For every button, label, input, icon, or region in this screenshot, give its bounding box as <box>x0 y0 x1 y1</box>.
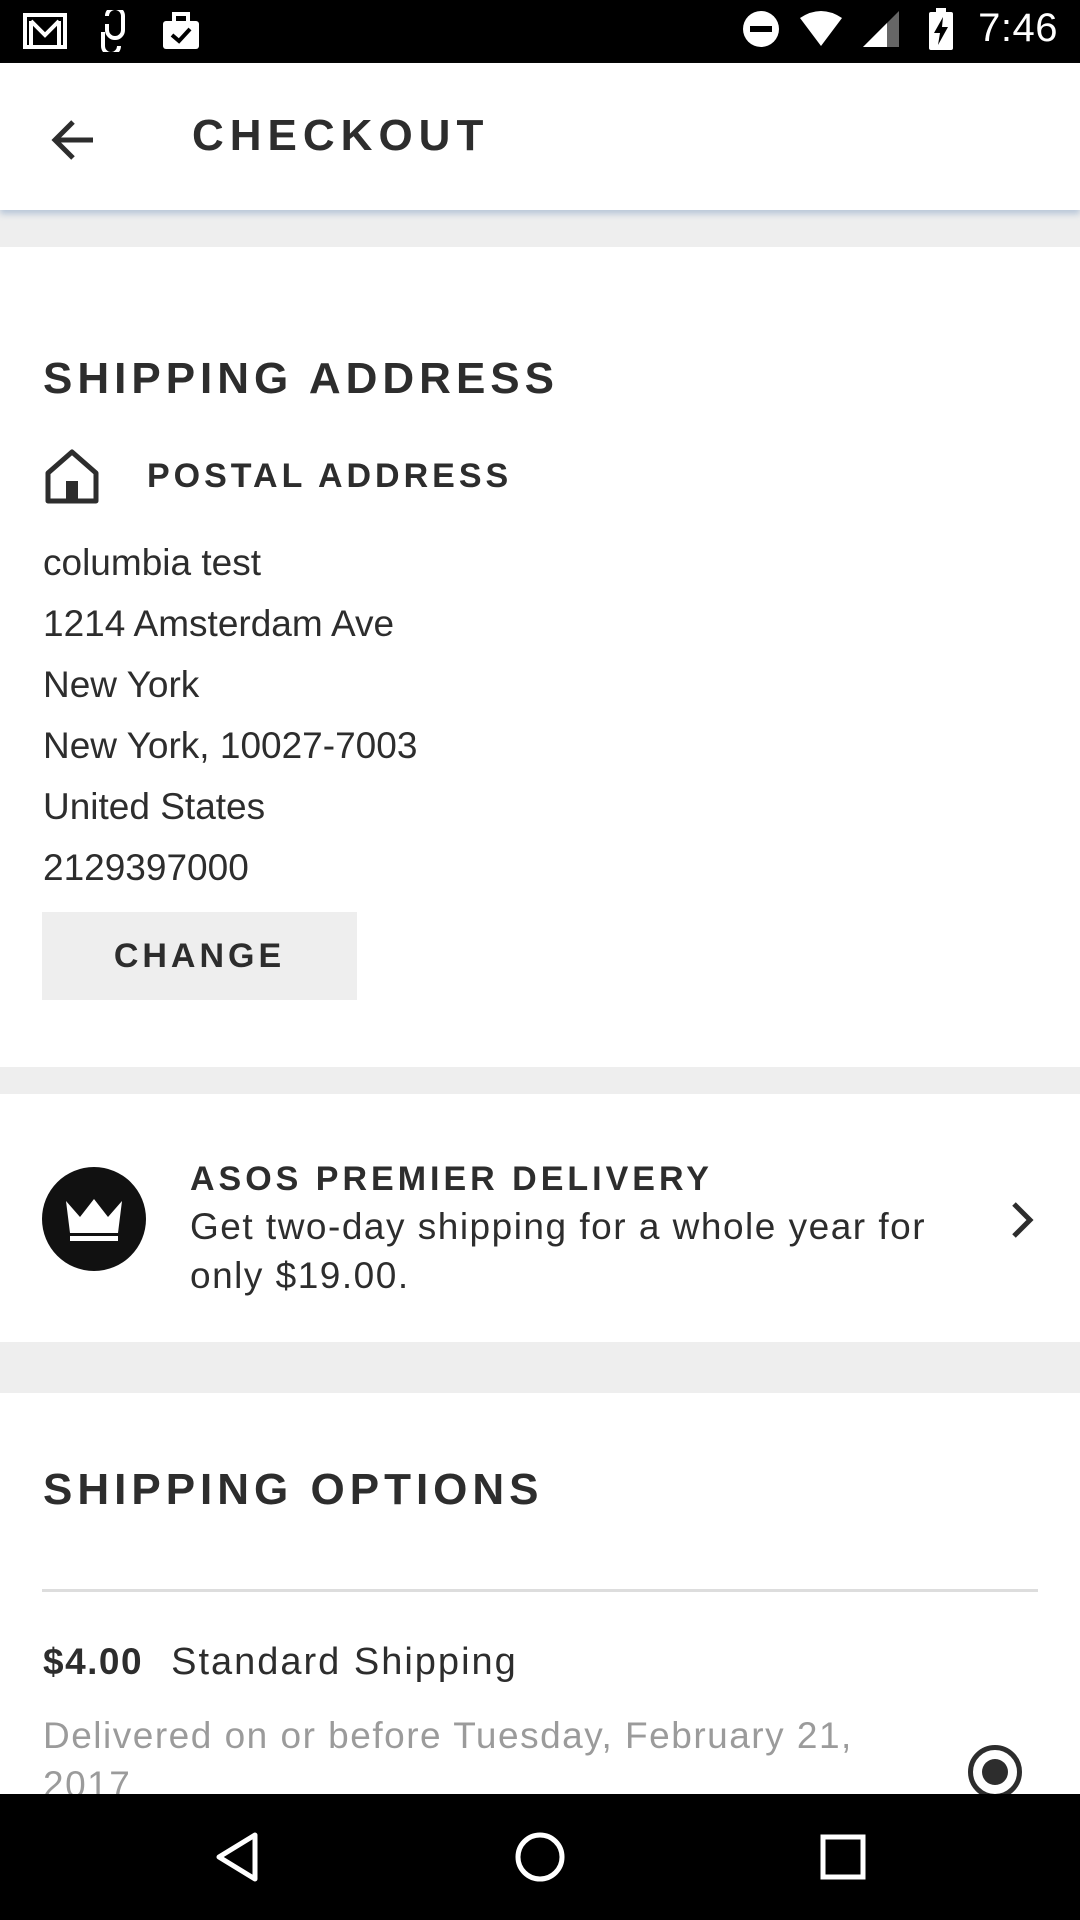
shipping-options-title: SHIPPING OPTIONS <box>43 1465 544 1514</box>
crown-badge <box>42 1167 146 1271</box>
address-name: columbia test <box>43 542 261 583</box>
do-not-disturb-icon <box>738 8 784 50</box>
cell-signal-icon <box>858 8 904 50</box>
chevron-right-icon[interactable] <box>1002 1198 1042 1242</box>
address-state-zip: New York, 10027-7003 <box>43 725 418 766</box>
change-address-button[interactable]: CHANGE <box>42 912 357 1000</box>
postal-address-label: POSTAL ADDRESS <box>147 456 513 495</box>
house-icon <box>45 449 99 504</box>
divider <box>42 1589 1038 1592</box>
nav-recents-button[interactable] <box>806 1820 880 1894</box>
link-icon <box>90 10 136 52</box>
shipping-price: $4.00 <box>43 1641 144 1682</box>
address-phone: 2129397000 <box>43 847 249 888</box>
shipping-option-row[interactable]: $4.00 Standard Shipping <box>43 1641 518 1684</box>
nav-home-button[interactable] <box>503 1820 577 1894</box>
premier-description: Get two-day shipping for a whole year fo… <box>190 1206 927 1296</box>
wifi-icon <box>798 8 844 50</box>
address-lines: columbia test 1214 Amsterdam Ave New Yor… <box>43 532 417 898</box>
back-button[interactable] <box>36 103 110 177</box>
shipping-option-radio[interactable] <box>968 1745 1022 1794</box>
radio-selected-dot <box>982 1759 1008 1785</box>
nav-back-button[interactable] <box>200 1820 274 1894</box>
shipping-address-card: SHIPPING ADDRESS POSTAL ADDRESS columbia… <box>0 247 1080 1067</box>
recents-square-icon <box>820 1834 866 1880</box>
shipping-options-card: SHIPPING OPTIONS $4.00 Standard Shipping… <box>0 1393 1080 1794</box>
battery-charging-icon <box>918 7 964 50</box>
app-bar: CHECKOUT <box>0 63 1080 210</box>
page-title: CHECKOUT <box>192 111 490 160</box>
gmail-icon <box>22 10 68 52</box>
arrow-back-icon <box>51 120 93 160</box>
premier-delivery-card[interactable]: ASOS PREMIER DELIVERY Get two-day shippi… <box>0 1094 1080 1342</box>
shipping-name: Standard Shipping <box>171 1641 518 1683</box>
checkout-content[interactable]: SHIPPING ADDRESS POSTAL ADDRESS columbia… <box>0 210 1080 1794</box>
address-country: United States <box>43 786 266 827</box>
navigation-bar <box>0 1794 1080 1920</box>
briefcase-check-icon <box>158 10 204 52</box>
address-street: 1214 Amsterdam Ave <box>43 603 395 644</box>
back-triangle-icon <box>216 1832 258 1882</box>
status-time: 7:46 <box>978 6 1058 50</box>
postal-address-header: POSTAL ADDRESS <box>43 447 512 505</box>
home-circle-icon <box>515 1832 565 1882</box>
shipping-eta: Delivered on or before Tuesday, February… <box>43 1715 853 1794</box>
crown-icon <box>66 1199 122 1241</box>
premier-title: ASOS PREMIER DELIVERY <box>190 1160 713 1198</box>
status-bar: 7:46 <box>0 0 1080 63</box>
shipping-address-title: SHIPPING ADDRESS <box>43 354 560 403</box>
address-city: New York <box>43 664 200 705</box>
